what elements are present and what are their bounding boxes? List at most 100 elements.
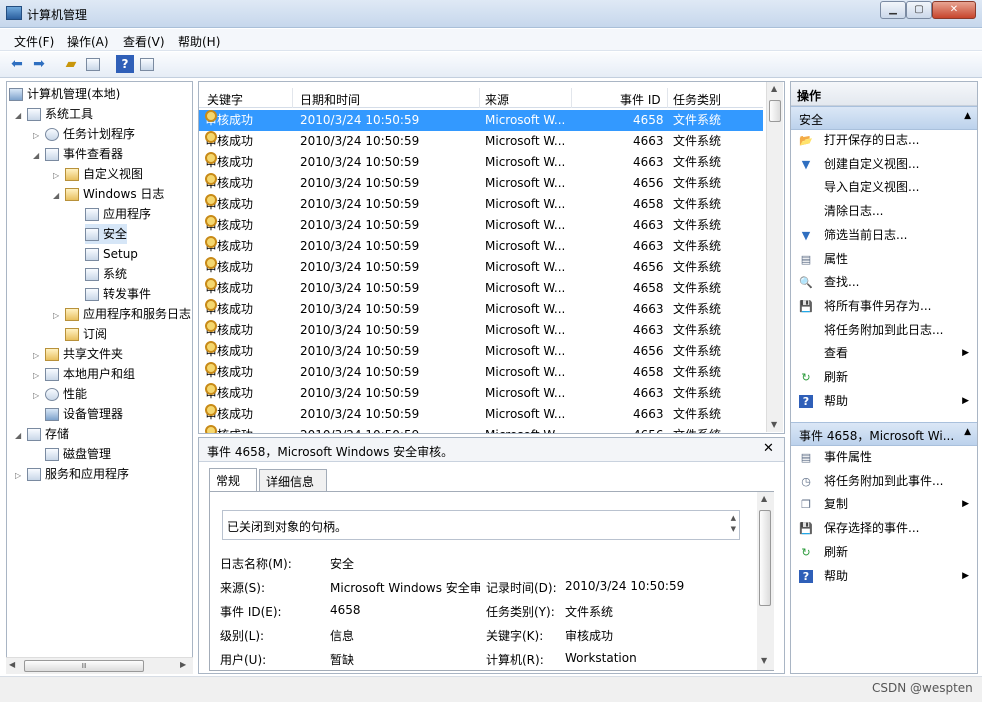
column-datetime[interactable]: 日期和时间 [300, 91, 360, 108]
minimize-button[interactable]: ▁ [880, 1, 906, 19]
table-row[interactable]: 审核成功 2010/3/24 10:50:59 Microsoft W... 4656… [199, 173, 763, 194]
action-item[interactable]: ▤ 属性 [791, 248, 977, 271]
tree-item-performance[interactable]: ▷ 性能 [33, 384, 87, 404]
help-icon[interactable]: ? [116, 55, 134, 73]
tree-item-application[interactable]: 应用程序 [85, 204, 151, 224]
key-icon [205, 320, 217, 332]
menu-view[interactable]: 查看(V) [123, 33, 165, 50]
column-event-id[interactable]: 事件 ID [620, 91, 661, 108]
menu-bar: 文件(F) 操作(A) 查看(V) 帮助(H) [0, 29, 982, 51]
key-icon [205, 131, 217, 143]
table-row[interactable]: 审核成功 2010/3/24 10:50:59 Microsoft W... 4663… [199, 152, 763, 173]
scroll-thumb[interactable] [759, 510, 771, 606]
collapse-icon[interactable]: ▲ [964, 427, 971, 437]
tab-details[interactable]: 详细信息 [259, 469, 327, 491]
menu-action[interactable]: 操作(A) [67, 33, 109, 50]
properties-icon[interactable] [138, 55, 156, 73]
tree-item-device-manager[interactable]: 设备管理器 [45, 404, 123, 424]
scroll-down-icon[interactable]: ▼ [771, 420, 777, 429]
scroll-up-icon[interactable]: ▲ [731, 514, 736, 522]
tree-item-shared-folders[interactable]: ▷ 共享文件夹 [33, 344, 123, 364]
action-item[interactable]: ▼ 创建自定义视图... [791, 153, 977, 176]
table-row[interactable]: 审核成功 2010/3/24 10:50:59 Microsoft W... 4656… [199, 425, 763, 433]
tree-item-forwarded-events[interactable]: 转发事件 [85, 284, 151, 304]
action-item[interactable]: ◷ 将任务附加到此事件... [791, 470, 977, 493]
event-list-scrollbar[interactable]: ▲ ▼ [766, 82, 783, 432]
scroll-up-icon[interactable]: ▲ [761, 494, 767, 503]
action-item[interactable]: ▼ 筛选当前日志... [791, 224, 977, 247]
action-item[interactable]: 💾 保存选择的事件... [791, 517, 977, 540]
tree-item-windows-logs[interactable]: ◢ Windows 日志 [53, 184, 164, 204]
table-row[interactable]: 审核成功 2010/3/24 10:50:59 Microsoft W... 4663… [199, 236, 763, 257]
table-row[interactable]: 审核成功 2010/3/24 10:50:59 Microsoft W... 4658… [199, 194, 763, 215]
close-icon[interactable]: ✕ [763, 441, 774, 456]
close-button[interactable]: ✕ [932, 1, 976, 19]
column-keyword[interactable]: 关键字 [207, 91, 243, 108]
scroll-up-icon[interactable]: ▲ [771, 84, 777, 93]
action-item[interactable]: 🔍 查找... [791, 271, 977, 294]
action-item[interactable]: ? 帮助 ▶ [791, 565, 977, 588]
table-row[interactable]: 审核成功 2010/3/24 10:50:59 Microsoft W... 4658… [199, 278, 763, 299]
action-item[interactable]: ? 帮助 ▶ [791, 390, 977, 413]
tree-item-event-viewer[interactable]: ◢ 事件查看器 [33, 144, 123, 164]
tree-item-custom-views[interactable]: ▷ 自定义视图 [53, 164, 143, 184]
tree-item-security[interactable]: 安全 [85, 224, 128, 244]
menu-help[interactable]: 帮助(H) [178, 33, 220, 50]
scroll-down-icon[interactable]: ▼ [731, 525, 736, 533]
action-item[interactable]: 将任务附加到此日志... [791, 319, 977, 342]
tree-item-task-scheduler[interactable]: ▷ 任务计划程序 [33, 124, 135, 144]
key-icon [205, 362, 217, 374]
tree-horizontal-scrollbar[interactable]: ◀ Ⅲ ▶ [6, 657, 193, 674]
action-item[interactable]: ↻ 刷新 [791, 366, 977, 389]
action-item[interactable]: 💾 将所有事件另存为... [791, 295, 977, 318]
table-row[interactable]: 审核成功 2010/3/24 10:50:59 Microsoft W... 4663… [199, 215, 763, 236]
tree-item-local-users[interactable]: ▷ 本地用户和组 [33, 364, 135, 384]
tree-item-setup[interactable]: Setup [85, 244, 138, 264]
scroll-left-icon[interactable]: ◀ [9, 660, 15, 669]
scroll-down-icon[interactable]: ▼ [761, 656, 767, 665]
tree-item-system[interactable]: 系统 [85, 264, 127, 284]
up-folder-icon[interactable]: ▰ [62, 55, 80, 73]
detail-scrollbar[interactable]: ▲ ▼ [757, 492, 774, 670]
table-row[interactable]: 审核成功 2010/3/24 10:50:59 Microsoft W... 4663… [199, 299, 763, 320]
column-task-category[interactable]: 任务类别 [673, 91, 721, 108]
table-row[interactable]: 审核成功 2010/3/24 10:50:59 Microsoft W... 4658… [199, 362, 763, 383]
action-item[interactable]: 导入自定义视图... [791, 176, 977, 199]
table-row[interactable]: 审核成功 2010/3/24 10:50:59 Microsoft W... 4656… [199, 341, 763, 362]
scroll-right-icon[interactable]: ▶ [180, 660, 186, 669]
scroll-thumb[interactable]: Ⅲ [24, 660, 144, 672]
menu-file[interactable]: 文件(F) [14, 33, 54, 50]
tree-item-root[interactable]: 计算机管理(本地) [9, 84, 120, 104]
tree-item-services-apps[interactable]: ▷ 服务和应用程序 [15, 464, 129, 484]
action-item[interactable]: ▤ 事件属性 [791, 446, 977, 469]
event-message-box[interactable]: 已关闭到对象的句柄。 ▲ ▼ [222, 510, 740, 540]
tree-item-subscriptions[interactable]: 订阅 [65, 324, 107, 344]
scroll-thumb[interactable] [769, 100, 781, 122]
key-icon [205, 152, 217, 164]
maximize-button[interactable]: ▢ [906, 1, 932, 19]
table-row[interactable]: 审核成功 2010/3/24 10:50:59 Microsoft W... 4663… [199, 404, 763, 425]
tree-item-storage[interactable]: ◢ 存储 [15, 424, 69, 444]
show-hide-tree-icon[interactable] [84, 55, 102, 73]
action-item[interactable]: ↻ 刷新 [791, 541, 977, 564]
action-item[interactable]: 📂 打开保存的日志... [791, 129, 977, 152]
forward-arrow-icon[interactable]: ➡ [30, 55, 48, 73]
actions-section-security[interactable]: 安全 ▲ [791, 106, 977, 130]
collapse-icon[interactable]: ▲ [964, 111, 971, 121]
table-row[interactable]: 审核成功 2010/3/24 10:50:59 Microsoft W... 4656… [199, 257, 763, 278]
table-row[interactable]: 审核成功 2010/3/24 10:50:59 Microsoft W... 4663… [199, 131, 763, 152]
table-row[interactable]: 审核成功 2010/3/24 10:50:59 Microsoft W... 4663… [199, 383, 763, 404]
tree-item-disk-management[interactable]: 磁盘管理 [45, 444, 111, 464]
action-item[interactable]: ❐ 复制 ▶ [791, 493, 977, 516]
tree-item-system-tools[interactable]: ◢ 系统工具 [15, 104, 93, 124]
tree-item-app-service-logs[interactable]: ▷ 应用程序和服务日志 [53, 304, 191, 324]
actions-section-event[interactable]: 事件 4658，Microsoft Wi... ▲ [791, 422, 977, 446]
back-arrow-icon[interactable]: ⬅ [8, 55, 26, 73]
action-item[interactable]: 清除日志... [791, 200, 977, 223]
action-item[interactable]: 查看 ▶ [791, 342, 977, 365]
column-source[interactable]: 来源 [485, 91, 509, 108]
tab-general[interactable]: 常规 [209, 468, 257, 492]
open-folder-icon: 📂 [799, 134, 813, 147]
table-row[interactable]: 审核成功 2010/3/24 10:50:59 Microsoft W... 4663… [199, 320, 763, 341]
table-row[interactable]: 审核成功 2010/3/24 10:50:59 Microsoft W... 4658… [199, 110, 763, 131]
